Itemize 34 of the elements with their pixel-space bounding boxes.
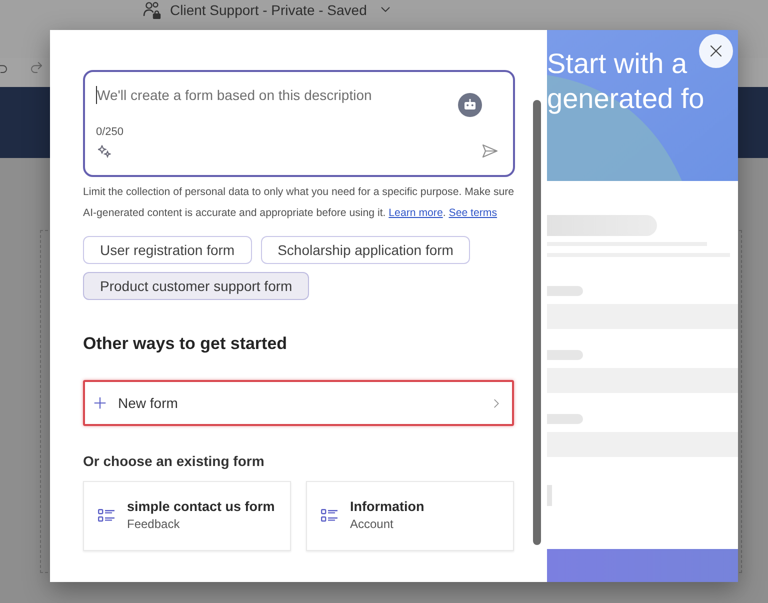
character-counter: 0/250: [96, 125, 124, 139]
description-box[interactable]: We'll create a form based on this description 0/250: [83, 70, 515, 177]
form-title: Information: [350, 498, 424, 516]
people-lock-icon: [143, 0, 161, 18]
form-card[interactable]: simple contact us form Feedback: [83, 481, 291, 551]
skeleton-label: [547, 286, 583, 296]
skeleton-mark: [547, 485, 552, 506]
suggestion-chip[interactable]: User registration form: [83, 236, 252, 264]
terms-link[interactable]: See terms: [448, 207, 498, 219]
send-icon[interactable]: [482, 144, 498, 158]
skeleton-label: [547, 414, 583, 424]
form-subtitle: Account: [350, 516, 394, 532]
section-heading: Or choose an existing form: [83, 452, 264, 471]
form-subtitle: Feedback: [127, 516, 180, 532]
suggestion-chip[interactable]: Product customer support form: [83, 272, 310, 300]
sparkle-icon[interactable]: [98, 145, 111, 158]
list-icon: [321, 509, 338, 522]
learn-more-link[interactable]: Learn more: [388, 207, 443, 219]
robot-icon[interactable]: [458, 93, 482, 117]
list-icon: [98, 509, 115, 522]
description-placeholder: We'll create a form based on this description: [97, 86, 372, 105]
skeleton-label: [547, 350, 583, 360]
privacy-notice: Limit the collection of personal data to only what you need for a specific purpose. Make sure AI-generated content is accurate and appropriate before using it. Learn more. See terms: [83, 185, 515, 221]
document-title[interactable]: Client Support - Private - Saved: [170, 0, 367, 18]
promo-heading: generated fo: [547, 82, 704, 116]
redo-icon[interactable]: [29, 60, 44, 75]
text-cursor-icon: [96, 86, 97, 104]
section-heading: Other ways to get started: [83, 333, 288, 355]
new-form-button[interactable]: New form: [83, 380, 514, 426]
form-card[interactable]: Information Account: [306, 481, 514, 551]
scrollbar-thumb[interactable]: [533, 100, 541, 545]
suggestion-chip[interactable]: Scholarship application form: [260, 236, 470, 264]
promo-heading: Start with a: [547, 47, 688, 81]
form-title: simple contact us form: [127, 498, 275, 516]
